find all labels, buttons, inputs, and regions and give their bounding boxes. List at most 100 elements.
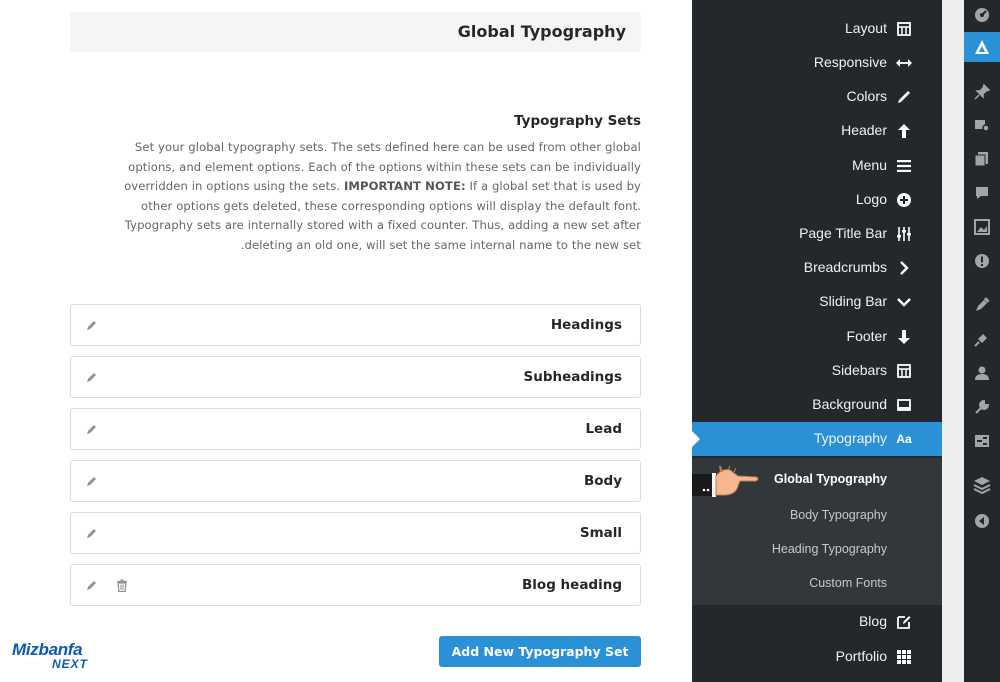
pencil-icon[interactable] xyxy=(85,474,99,488)
layout-icon xyxy=(896,21,912,37)
menu-item-label: Breadcrumbs xyxy=(803,259,887,275)
menu-item-label: Logo xyxy=(855,191,887,207)
edit-icon xyxy=(896,614,912,630)
main-content: Global Typography Typography Sets Set yo… xyxy=(0,0,692,682)
submenu-item-global-typography[interactable]: Global Typography xyxy=(774,472,887,486)
menu-item-page-title-bar[interactable]: Page Title Bar xyxy=(692,217,942,251)
arrow-up-icon xyxy=(896,123,912,139)
pages-icon[interactable] xyxy=(964,144,1000,174)
menu-item-background[interactable]: Background xyxy=(692,388,942,422)
description-line: overridden in options using the sets. IM… xyxy=(100,177,641,197)
avada-icon[interactable] xyxy=(964,32,1000,62)
appearance-icon[interactable] xyxy=(964,290,1000,320)
plugins-icon[interactable] xyxy=(964,324,1000,354)
menu-item-blog[interactable]: Blog xyxy=(692,605,942,639)
menu-item-label: Typography xyxy=(813,430,887,446)
typography-set-row[interactable]: Body xyxy=(70,460,641,502)
menu-item-breadcrumbs[interactable]: Breadcrumbs xyxy=(692,251,942,285)
menu-item-portfolio[interactable]: Portfolio xyxy=(692,640,942,674)
typography-set-label: Lead xyxy=(585,421,622,437)
menu-item-label: Portfolio xyxy=(835,648,887,664)
description-text: overridden in options using the sets. xyxy=(124,179,341,194)
typography-set-label: Subheadings xyxy=(523,369,622,385)
alert-icon[interactable] xyxy=(964,246,1000,276)
brand-logo-subtext: NEXT xyxy=(52,657,89,671)
menu-item-menu[interactable]: Menu xyxy=(692,149,942,183)
trash-icon[interactable] xyxy=(115,578,129,592)
menu-item-label: Responsive xyxy=(813,54,887,70)
menu-item-label: Page Title Bar xyxy=(799,225,887,241)
typography-set-label: Blog heading xyxy=(522,577,622,593)
sliders-icon xyxy=(896,226,912,242)
menu-item-header[interactable]: Header xyxy=(692,114,942,148)
menu-item-footer[interactable]: Footer xyxy=(692,320,942,354)
typography-set-row[interactable]: Subheadings xyxy=(70,356,641,398)
pencil-icon[interactable] xyxy=(85,370,99,384)
arrows-horizontal-icon xyxy=(896,55,912,71)
chevron-down-icon xyxy=(896,294,912,310)
menu-item-responsive[interactable]: Responsive xyxy=(692,46,942,80)
menu-item-sliding-bar[interactable]: Sliding Bar xyxy=(692,285,942,319)
typography-set-row[interactable]: Lead xyxy=(70,408,641,450)
typography-set-row[interactable]: Headings xyxy=(70,304,641,346)
pencil-icon[interactable] xyxy=(85,578,99,592)
menu-item-label: Sidebars xyxy=(831,362,887,378)
page-title: Global Typography xyxy=(457,22,626,41)
sidebar-separator xyxy=(942,0,964,682)
description-line: Typography sets are internally stored wi… xyxy=(124,218,641,233)
tools-icon[interactable] xyxy=(964,392,1000,422)
media-icon[interactable] xyxy=(964,110,1000,140)
pencil-icon[interactable] xyxy=(85,318,99,332)
settings-icon[interactable] xyxy=(964,426,1000,456)
chevron-right-icon xyxy=(896,260,912,276)
users-icon[interactable] xyxy=(964,358,1000,388)
options-sidebar: Layout Responsive Colors Header Menu Log… xyxy=(692,0,942,682)
description-text: If a global set that is used by xyxy=(469,179,641,194)
typography-set-row[interactable]: Small xyxy=(70,512,641,554)
admin-sidebar xyxy=(964,0,1000,682)
menu-item-colors[interactable]: Colors xyxy=(692,80,942,114)
typography-icon-text: Aa xyxy=(896,432,912,446)
grid-icon xyxy=(896,649,912,665)
menu-item-logo[interactable]: Logo xyxy=(692,183,942,217)
background-icon xyxy=(896,397,912,413)
submenu-item-custom-fonts[interactable]: Custom Fonts xyxy=(809,576,887,590)
comments-icon[interactable] xyxy=(964,178,1000,208)
layers-icon[interactable] xyxy=(964,470,1000,500)
menu-item-label: Sliding Bar xyxy=(819,293,887,309)
menu-item-label: Colors xyxy=(846,88,887,104)
typography-set-label: Small xyxy=(579,525,622,541)
description-line: .deleting an old one, will set the same … xyxy=(240,237,641,252)
brush-icon xyxy=(896,89,912,105)
menu-item-sidebars[interactable]: Sidebars xyxy=(692,354,942,388)
menu-item-label: Header xyxy=(841,122,887,138)
menu-item-typography[interactable]: Typography Aa xyxy=(692,422,942,456)
plus-circle-icon xyxy=(896,192,912,208)
typography-set-row[interactable]: Blog heading xyxy=(70,564,641,606)
typography-set-label: Body xyxy=(583,473,622,489)
dashboard-icon[interactable] xyxy=(964,0,1000,30)
typography-icon: Aa xyxy=(896,431,912,447)
page-title-bar: Global Typography xyxy=(70,12,641,52)
submenu-item-body-typography[interactable]: Body Typography xyxy=(790,508,887,522)
menu-item-layout[interactable]: Layout xyxy=(692,12,942,46)
menu-item-label: Menu xyxy=(851,157,887,173)
brand-logo: Mizbanfa NEXT xyxy=(12,640,104,674)
important-note: IMPORTANT NOTE: xyxy=(343,179,466,194)
add-typography-set-button[interactable]: Add New Typography Set xyxy=(439,636,641,667)
arrow-down-icon xyxy=(896,329,912,345)
description-line: options, and element options. Each of th… xyxy=(128,159,641,174)
pencil-icon[interactable] xyxy=(85,422,99,436)
typography-set-label: Headings xyxy=(550,317,622,333)
sidebar-icon xyxy=(896,363,912,379)
pin-icon[interactable] xyxy=(964,77,1000,107)
active-indicator xyxy=(692,431,700,447)
description-line: other options gets deleted, these corres… xyxy=(141,198,641,213)
menu-item-label: Layout xyxy=(844,20,887,36)
section-description: Set your global typography sets. The set… xyxy=(100,138,641,256)
portfolio-image-icon[interactable] xyxy=(964,212,1000,242)
collapse-icon[interactable] xyxy=(964,506,1000,536)
menu-item-label: Footer xyxy=(846,328,887,344)
submenu-item-heading-typography[interactable]: Heading Typography xyxy=(772,542,887,556)
pencil-icon[interactable] xyxy=(85,526,99,540)
